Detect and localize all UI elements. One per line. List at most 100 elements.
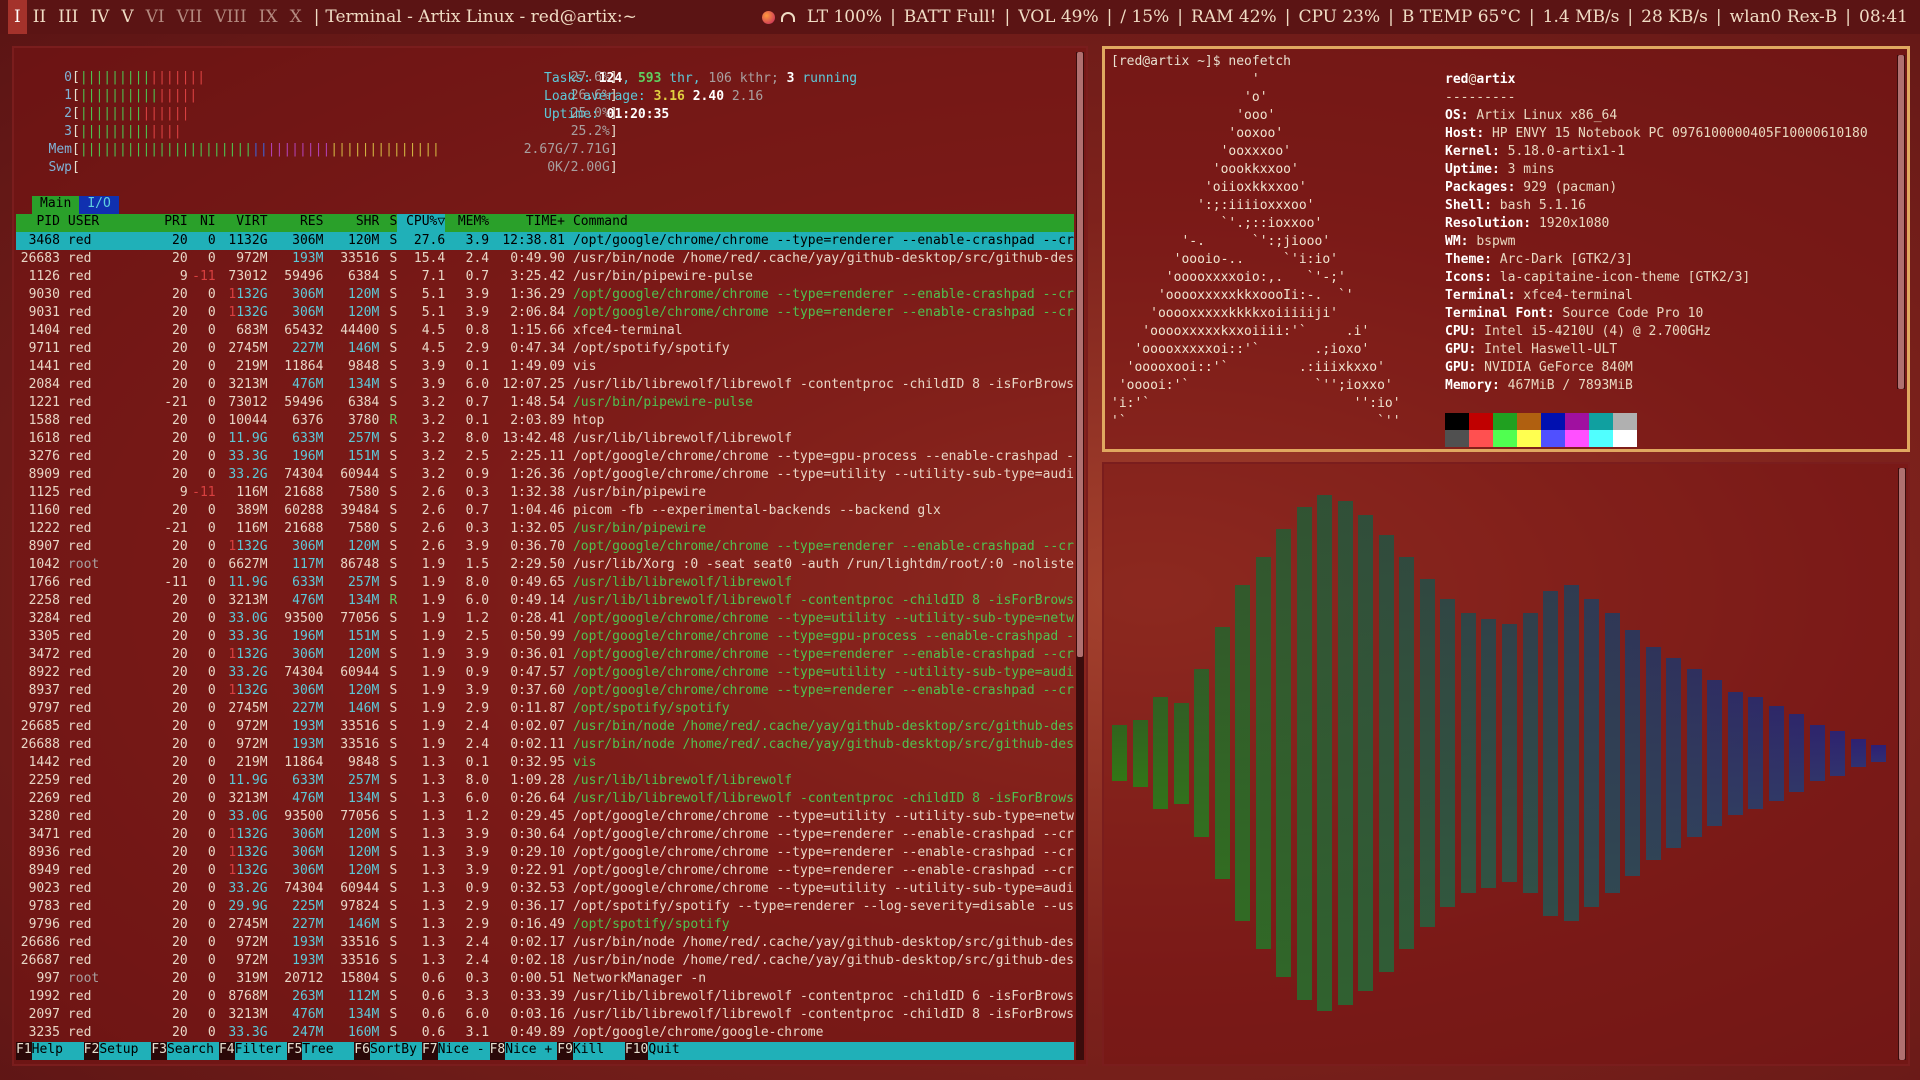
column-header-mem[interactable]: MEM%	[445, 214, 489, 232]
process-row[interactable]: 8922 red 20 0 33.2G 74304 60944 S 1.9 0.9 0:47.57 /…	[16, 664, 1074, 682]
sysinfo-row-kernel: Kernel: 5.18.0-artix1-1	[1445, 144, 1626, 159]
process-row[interactable]: 3468 red 20 0 1132G 306M 120M S 27.6 3.9 12:38.81 /…	[16, 232, 1074, 250]
workspace-1[interactable]: I	[8, 0, 27, 34]
column-header-virt[interactable]: VIRT	[216, 214, 267, 232]
process-row[interactable]: 2097 red 20 0 3213M 476M 134M S 0.6 6.0 0:03.16/us…	[16, 1006, 1074, 1024]
process-row[interactable]: 9031 red 20 0 1132G 306M 120M S 5.1 3.9 2:06.84/op…	[16, 304, 1074, 322]
process-row[interactable]: 26685 red 20 0 972M 193M 33516 S 1.9 2.4 0:02.07/u…	[16, 718, 1074, 736]
process-row[interactable]: 1126 red 9 -11 73012 59496 6384 S 7.1 0.7 3:25.42 /…	[16, 268, 1074, 286]
process-row[interactable]: 9023 red 20 0 33.2G 74304 60944 S 1.3 0.9 0:32.53 /…	[16, 880, 1074, 898]
tab-main[interactable]: Main	[32, 196, 80, 214]
process-row[interactable]: 1404 red 20 0 683M 65432 44400 S 4.5 0.8 1:15.66 xf…	[16, 322, 1074, 340]
fkey-setup-button[interactable]: F2 Setup	[83, 1042, 152, 1060]
process-row[interactable]: 8907 red 20 0 1132G 306M 120M S 2.6 3.9 0:36.70/op…	[16, 538, 1074, 556]
process-row[interactable]: 26686 red 20 0 972M 193M 33516 S 1.3 2.4 0:02.17/u…	[16, 934, 1074, 952]
process-row[interactable]: 1588 red 20 0 10044 6376 3780 R 3.2 0.1 2:03.89 hto…	[16, 412, 1074, 430]
process-row[interactable]: 9796 red 20 0 2745M 227M 146M S 1.3 2.9 0:16.49/op…	[16, 916, 1074, 934]
process-cell-ni: 0	[207, 431, 216, 446]
scrollbar-thumb[interactable]	[1898, 55, 1904, 389]
process-cell-shr: 134M	[348, 377, 380, 392]
column-header-time[interactable]: TIME+	[489, 214, 565, 232]
process-row[interactable]: 9783 red 20 0 29.9G 225M 97824 S 1.3 2.9 0:36.17/o…	[16, 898, 1074, 916]
fkey-help-button[interactable]: F1 Help	[16, 1042, 84, 1060]
workspace-3[interactable]: III	[52, 0, 84, 34]
fkey-filter-button[interactable]: F4 Filter	[218, 1042, 287, 1060]
process-row[interactable]: 8936 red 20 0 1132G 306M 120M S 1.3 3.9 0:29.10/op…	[16, 844, 1074, 862]
process-row[interactable]: 1042 root 20 0 6627M 117M 86748 S 1.9 1.5 2:29.50 /…	[16, 556, 1074, 574]
process-row[interactable]: 2258 red 20 0 3213M 476M 134M R 1.9 6.0 0:49.14/us…	[16, 592, 1074, 610]
process-row[interactable]: 8949 red 20 0 1132G 306M 120M S 1.3 3.9 0:22.91/op…	[16, 862, 1074, 880]
process-row[interactable]: 26687 red 20 0 972M 193M 33516 S 1.3 2.4 0:02.18/u…	[16, 952, 1074, 970]
process-row[interactable]: 8909 red 20 0 33.2G 74304 60944 S 3.2 0.9 1:26.36 /…	[16, 466, 1074, 484]
column-header-s[interactable]: S	[379, 214, 397, 232]
wifi-icon[interactable]	[780, 12, 795, 22]
fkey-nice-button[interactable]: F7 Nice -	[421, 1042, 490, 1060]
process-row[interactable]: 26688 red 20 0 972M 193M 33516 S 1.9 2.4 0:02.11/u…	[16, 736, 1074, 754]
fkey-quit-button[interactable]: F10 Quit	[624, 1042, 708, 1060]
sysinfo-key: GPU	[1445, 360, 1469, 375]
tray-app-icon[interactable]	[761, 10, 775, 24]
column-header-command[interactable]: Command	[565, 214, 1074, 232]
process-row[interactable]: 2269 red 20 0 3213M 476M 134M S 1.3 6.0 0:26.64/us…	[16, 790, 1074, 808]
scrollbar[interactable]	[1076, 52, 1084, 1060]
scrollbar-thumb[interactable]	[1077, 52, 1083, 657]
process-row[interactable]: 2259 red 20 0 11.9G 633M 257M S 1.3 8.0 1:09.28/us…	[16, 772, 1074, 790]
column-header-res[interactable]: RES	[268, 214, 323, 232]
process-cell-virt: 33.2G	[228, 467, 268, 482]
process-row[interactable]: 3472 red 20 0 1132G 306M 120M S 1.9 3.9 0:36.01/op…	[16, 646, 1074, 664]
scrollbar[interactable]	[1897, 55, 1905, 389]
workspace-5[interactable]: V	[115, 0, 139, 34]
neofetch-terminal-window[interactable]: [red@artix ~]$ neofetch ' 'o' 'ooo' 'oox…	[1102, 46, 1910, 452]
process-row[interactable]: 1618 red 20 0 11.9G 633M 257M S 3.2 8.0 13:42.48/u…	[16, 430, 1074, 448]
fkey-nice-button[interactable]: F8 Nice +	[489, 1042, 558, 1060]
process-row[interactable]: 1222 red -21 0 116M 21688 7580 S 2.6 0.3 1:32.05/u…	[16, 520, 1074, 538]
process-row[interactable]: 1160 red 20 0 389M 60288 39484 S 2.6 0.7 1:04.46 pi…	[16, 502, 1074, 520]
column-header-pid[interactable]: PID	[16, 214, 59, 232]
process-row[interactable]: 3284 red 20 0 33.0G 93500 77056 S 1.9 1.2 0:28.41 /…	[16, 610, 1074, 628]
scrollbar[interactable]	[1898, 468, 1906, 1060]
process-row[interactable]: 3305 red 20 0 33.3G 196M 151M S 1.9 2.5 0:50.99/op…	[16, 628, 1074, 646]
process-row[interactable]: 9711 red 20 0 2745M 227M 146M S 4.5 2.9 0:47.34/op…	[16, 340, 1074, 358]
workspace-8[interactable]: VIII	[208, 0, 252, 34]
process-row[interactable]: 3471 red 20 0 1132G 306M 120M S 1.3 3.9 0:30.64/op…	[16, 826, 1074, 844]
process-row[interactable]: 2084 red 20 0 3213M 476M 134M S 3.9 6.0 12:07.25/u…	[16, 376, 1074, 394]
workspace-4[interactable]: IV	[84, 0, 115, 34]
process-row[interactable]: 1441 red 20 0 219M 11864 9848 S 3.9 0.1 1:49.09 vis	[16, 358, 1074, 376]
column-header-pri[interactable]: PRI	[130, 214, 187, 232]
workspace-2[interactable]: II	[27, 0, 52, 34]
workspace-10[interactable]: X	[284, 0, 308, 34]
fkey-sortby-button[interactable]: F6 SortBy	[354, 1042, 422, 1060]
status-volume[interactable]: VOL 49%	[1016, 7, 1100, 27]
htop-terminal-window[interactable]: 0[|||||||||||||||| 27.6%] 1[|||||||||||||…	[12, 46, 1088, 1066]
process-row[interactable]: 1125 red 9 -11 116M 21688 7580 S 2.6 0.3 1:32.38/u…	[16, 484, 1074, 502]
process-row[interactable]: 26683 red 20 0 972M 193M 33516 S 15.4 2.4 0:49.90 /…	[16, 250, 1074, 268]
process-row[interactable]: 1766 red -11 0 11.9G 633M 257M S 1.9 8.0 0:49.65/u…	[16, 574, 1074, 592]
fkey-kill-button[interactable]: F9 Kill	[557, 1042, 625, 1060]
column-header-cpu[interactable]: CPU%▽	[397, 214, 446, 232]
process-row[interactable]: 997 root 20 0 319M 20712 15804 S 0.6 0.3 0:00.51 Ne…	[16, 970, 1074, 988]
fkey-search-button[interactable]: F3 Search	[151, 1042, 219, 1060]
process-cell-shr: 77056	[340, 611, 380, 626]
process-row[interactable]: 3280 red 20 0 33.0G 93500 77056 S 1.3 1.2 0:29.45 /…	[16, 808, 1074, 826]
workspace-7[interactable]: VII	[171, 0, 209, 34]
workspace-9[interactable]: IX	[253, 0, 284, 34]
process-row[interactable]: 8937 red 20 0 1132G 306M 120M S 1.9 3.9 0:37.60/op…	[16, 682, 1074, 700]
process-row[interactable]: 1442 red 20 0 219M 11864 9848 S 1.3 0.1 0:32.95 vis	[16, 754, 1074, 772]
workspace-6[interactable]: VI	[140, 0, 171, 34]
process-row[interactable]: 1221 red -21 0 73012 59496 6384 S 3.2 0.7 1:48.54 /…	[16, 394, 1074, 412]
process-row[interactable]: 9797 red 20 0 2745M 227M 146M S 1.9 2.9 0:11.87/op…	[16, 700, 1074, 718]
scrollbar-thumb[interactable]	[1899, 468, 1905, 1060]
process-row[interactable]: 3235 red 20 0 33.3G 247M 160M S 0.6 3.1 0:49.89/op…	[16, 1024, 1074, 1042]
fkey-key: F2	[83, 1042, 100, 1060]
column-header-user[interactable]: USER	[60, 214, 130, 232]
column-header-shr[interactable]: SHR	[323, 214, 379, 232]
process-row[interactable]: 1992 red 20 0 8768M 263M 112M S 0.6 3.3 0:33.39/us…	[16, 988, 1074, 1006]
spectrum-bar	[1378, 534, 1394, 972]
audio-visualizer-window[interactable]	[1102, 462, 1910, 1066]
process-cell-ni: 0	[207, 413, 216, 428]
tab-io[interactable]: I/O	[79, 196, 119, 214]
column-header-ni[interactable]: NI	[188, 214, 216, 232]
process-row[interactable]: 9030 red 20 0 1132G 306M 120M S 5.1 3.9 1:36.29/op…	[16, 286, 1074, 304]
process-row[interactable]: 3276 red 20 0 33.3G 196M 151M S 3.2 2.5 2:25.11/op…	[16, 448, 1074, 466]
fkey-tree-button[interactable]: F5 Tree	[286, 1042, 355, 1060]
